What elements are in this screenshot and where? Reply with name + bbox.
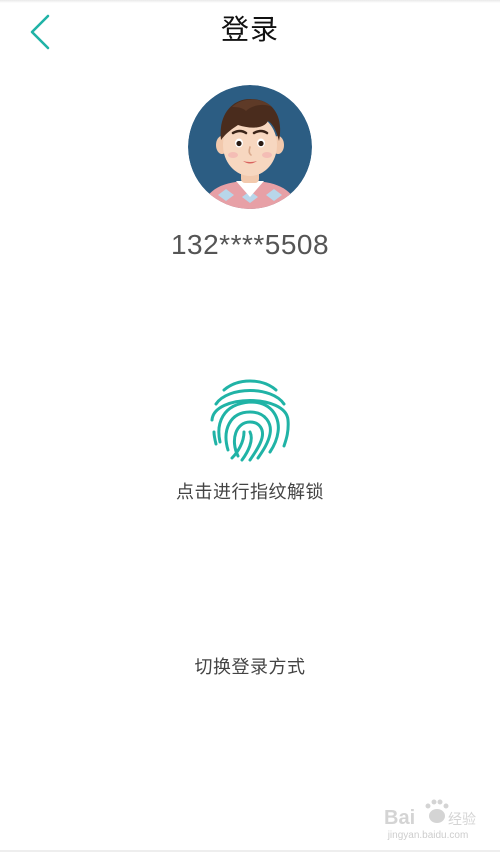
login-screen: 登录 132****5508 点击进行指纹解锁 切换登录方式 Bai 经验 ji… bbox=[0, 0, 500, 852]
svg-text:经验: 经验 bbox=[448, 812, 476, 828]
back-button[interactable] bbox=[18, 8, 62, 56]
chevron-left-icon bbox=[30, 14, 50, 50]
avatar bbox=[188, 85, 312, 209]
fingerprint-hint: 点击进行指纹解锁 bbox=[176, 482, 324, 503]
svg-text:Bai: Bai bbox=[384, 807, 415, 829]
baidu-jingyan-watermark: Bai 经验 jingyan.baidu.com bbox=[378, 796, 478, 844]
switch-login-method-link[interactable]: 切换登录方式 bbox=[170, 652, 330, 684]
page-title: 登录 bbox=[220, 13, 279, 46]
fingerprint-button[interactable] bbox=[204, 372, 296, 464]
account-phone-number: 132****5508 bbox=[170, 229, 330, 260]
status-bar-shadow bbox=[0, 0, 500, 3]
fingerprint-icon bbox=[210, 379, 290, 462]
watermark-text: jingyan.baidu.com bbox=[387, 830, 469, 841]
